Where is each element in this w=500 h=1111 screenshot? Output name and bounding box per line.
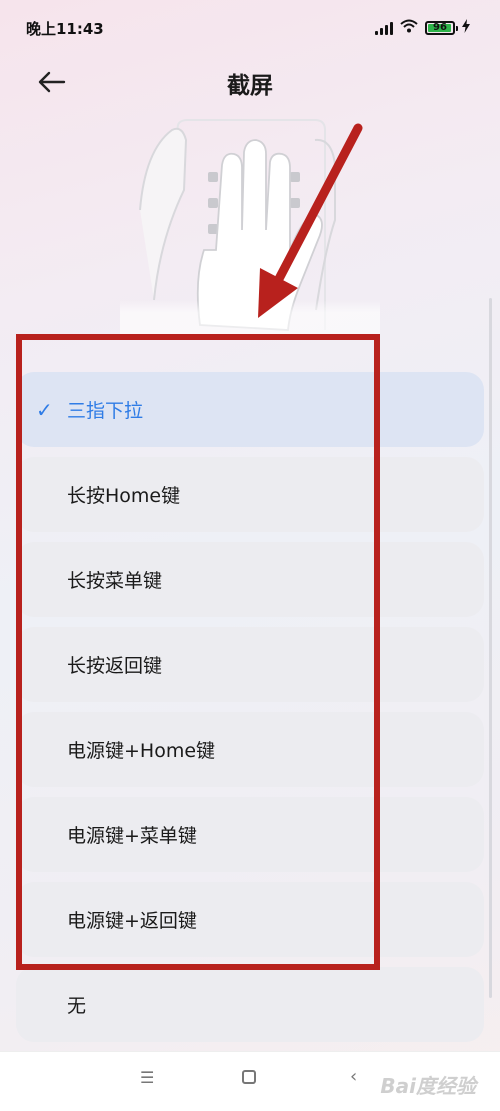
option-none[interactable]: 无 [16,967,484,1042]
status-time: 晚上11:43 [26,19,104,38]
option-long-press-home[interactable]: 长按Home键 [16,457,484,532]
option-label: 长按返回键 [67,655,163,677]
signal-icon [375,21,393,35]
status-icons: 96 [375,19,470,37]
option-label: 三指下拉 [67,400,144,422]
battery-level: 96 [433,22,447,33]
watermark: Bai度经验 [380,1074,476,1098]
check-icon: ✓ [36,397,53,422]
header: 截屏 [0,56,500,106]
menu-icon[interactable]: ☰ [140,1068,154,1087]
option-label: 电源键+Home键 [67,740,216,762]
battery-icon: 96 [425,21,458,35]
option-power-plus-home[interactable]: 电源键+Home键 [16,712,484,787]
option-label: 长按菜单键 [67,570,163,592]
option-label: 电源键+返回键 [67,910,197,932]
option-three-finger-swipe[interactable]: ✓ 三指下拉 [16,372,484,447]
red-arrow-annotation [258,123,363,318]
back-chevron-icon[interactable]: ‹ [350,1066,357,1087]
home-icon[interactable] [242,1070,256,1084]
option-power-plus-menu[interactable]: 电源键+菜单键 [16,797,484,872]
status-bar: 晚上11:43 96 [0,0,500,56]
wifi-icon [400,19,418,37]
option-label: 长按Home键 [67,485,181,507]
option-label: 电源键+菜单键 [67,825,197,847]
charging-icon [462,19,470,37]
option-long-press-menu[interactable]: 长按菜单键 [16,542,484,617]
navigation-bar: ☰ ‹ Bai度经验 [0,1051,500,1111]
screenshot-shortcut-options: ✓ 三指下拉 长按Home键 长按菜单键 长按返回键 电源键+Home键 电源键… [16,372,484,1052]
option-long-press-back[interactable]: 长按返回键 [16,627,484,702]
scrollbar[interactable] [489,298,492,998]
option-label: 无 [67,995,87,1017]
page-title: 截屏 [227,73,273,99]
option-power-plus-back[interactable]: 电源键+返回键 [16,882,484,957]
